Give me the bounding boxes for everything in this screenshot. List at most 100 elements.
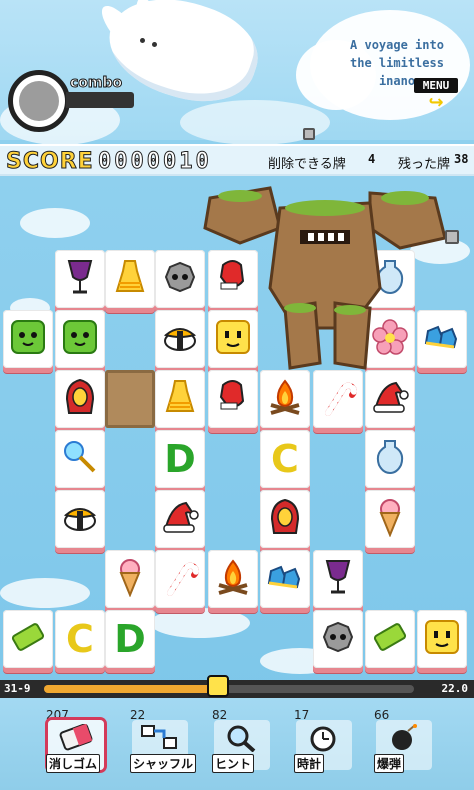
- red-hood-icon: [268, 497, 302, 541]
- tile-letter: D: [164, 437, 196, 481]
- cloud: [20, 208, 90, 238]
- cloud: [150, 608, 250, 638]
- tool-shuffle-button[interactable]: 22 シャッフル: [124, 708, 197, 774]
- mahjong-tile[interactable]: [155, 370, 205, 428]
- mahjong-tile[interactable]: [55, 430, 105, 488]
- mahjong-tile[interactable]: [55, 250, 105, 308]
- mahjong-tile[interactable]: [3, 610, 53, 668]
- mahjong-tile[interactable]: [3, 310, 53, 368]
- shuffle-icon: [141, 725, 177, 749]
- mahjong-tile[interactable]: [260, 490, 310, 548]
- stage-label: 31-9: [4, 682, 31, 695]
- blue-shoes-icon: [265, 559, 305, 599]
- mahjong-tile[interactable]: [55, 370, 105, 428]
- magic-wand-icon: [60, 437, 100, 481]
- mahjong-tile[interactable]: [417, 610, 467, 668]
- mahjong-tile[interactable]: [313, 370, 363, 428]
- mahjong-tile[interactable]: [365, 430, 415, 488]
- mahjong-tile[interactable]: [313, 550, 363, 608]
- score-bar: SCORE 0000010 削除できる牌 4 残った牌 38: [0, 144, 474, 176]
- mahjong-tile[interactable]: [55, 310, 105, 368]
- tagline-line: A voyage into: [350, 38, 444, 52]
- removable-label: 削除できる牌: [268, 157, 346, 172]
- tool-label: シャッフル: [130, 754, 197, 773]
- red-hood-icon: [63, 377, 97, 421]
- green-face-icon: [60, 317, 100, 361]
- sushi-icon: [60, 499, 100, 539]
- mahjong-tile[interactable]: [313, 610, 363, 668]
- tile-letter: C: [66, 617, 94, 661]
- mahjong-tile[interactable]: C: [55, 610, 105, 668]
- combo-gauge-icon: [8, 70, 70, 132]
- progress-fill: [44, 685, 218, 693]
- mahjong-tile[interactable]: [365, 610, 415, 668]
- tool-clock-button[interactable]: 17 時計: [288, 708, 356, 774]
- remaining-label: 残った牌: [398, 157, 451, 172]
- mahjong-tile[interactable]: D: [105, 610, 155, 668]
- combo-bar: [66, 92, 134, 108]
- gray-face-icon: [318, 617, 358, 661]
- mahjong-tile[interactable]: [365, 370, 415, 428]
- mahjong-tile[interactable]: [55, 490, 105, 548]
- mahjong-tile[interactable]: [260, 370, 310, 428]
- mahjong-tile[interactable]: [260, 550, 310, 608]
- stage-progress: 31-9 22.0: [0, 675, 474, 698]
- sky-banner: A voyage into the limitless inano MENU ↪…: [0, 0, 474, 145]
- removable-count: 4: [368, 152, 376, 166]
- tool-eraser-button[interactable]: 207 消しゴム: [40, 708, 108, 774]
- empty-tile-slot: [105, 370, 155, 428]
- mahjong-tile[interactable]: [208, 550, 258, 608]
- tool-label: 消しゴム: [46, 754, 101, 773]
- mahjong-tile[interactable]: [105, 250, 155, 308]
- yellow-face-icon: [422, 617, 462, 661]
- remaining-count: 38: [454, 152, 469, 166]
- menu-label: MENU: [414, 78, 458, 93]
- tool-label: ヒント: [212, 754, 255, 773]
- green-face-icon: [8, 317, 48, 361]
- candy-cane-icon: [160, 557, 200, 601]
- rock-golem-icon: [203, 186, 447, 370]
- mahjong-tile[interactable]: [155, 490, 205, 548]
- mahjong-tile[interactable]: [155, 250, 205, 308]
- tile-letter: C: [271, 437, 299, 481]
- combo-label: combo: [69, 75, 123, 92]
- mahjong-tile[interactable]: [105, 550, 155, 608]
- return-arrow-icon: ↪: [428, 92, 444, 113]
- green-bar-icon: [370, 617, 410, 661]
- yellow-dress-icon: [113, 257, 147, 301]
- clock-icon: [310, 726, 336, 752]
- candy-cane-icon: [318, 377, 358, 421]
- sushi-icon: [160, 319, 200, 359]
- mahjong-tile[interactable]: C: [260, 430, 310, 488]
- pebble-icon: [445, 230, 459, 244]
- tool-label: 時計: [294, 754, 325, 773]
- santa-hat-icon: [160, 497, 200, 541]
- mahjong-tile[interactable]: [155, 310, 205, 368]
- santa-hat-icon: [370, 377, 410, 421]
- gray-face-icon: [160, 257, 200, 301]
- score-label: SCORE: [6, 149, 94, 175]
- pebble-icon: [303, 128, 315, 140]
- campfire-icon: [265, 377, 305, 421]
- blue-vase-icon: [373, 437, 407, 481]
- red-mitten-icon: [215, 377, 251, 421]
- score-value: 0000010: [98, 149, 212, 175]
- mahjong-tile[interactable]: [365, 490, 415, 548]
- tool-hint-button[interactable]: 82 ヒント: [206, 708, 274, 774]
- item-toolbar: 207 消しゴム 22 シャッフル 82 ヒント 17 時計 66 爆弾: [0, 698, 474, 790]
- mahjong-tile[interactable]: [208, 370, 258, 428]
- mahjong-tile[interactable]: [155, 550, 205, 608]
- eraser-icon: [59, 724, 93, 751]
- tile-letter: D: [114, 617, 146, 661]
- menu-button[interactable]: MENU ↪: [414, 78, 458, 118]
- progress-marker-icon: [206, 675, 229, 697]
- cloud: [0, 578, 90, 608]
- tool-bomb-button[interactable]: 66 爆弾: [368, 708, 436, 774]
- wine-glass-icon: [63, 257, 97, 301]
- campfire-icon: [213, 557, 253, 601]
- mahjong-tile[interactable]: D: [155, 430, 205, 488]
- game-screen: A voyage into the limitless inano MENU ↪…: [0, 0, 474, 790]
- tagline-line: the limitless: [350, 56, 444, 70]
- magnifier-icon: [227, 725, 256, 752]
- time-label: 22.0: [441, 682, 469, 695]
